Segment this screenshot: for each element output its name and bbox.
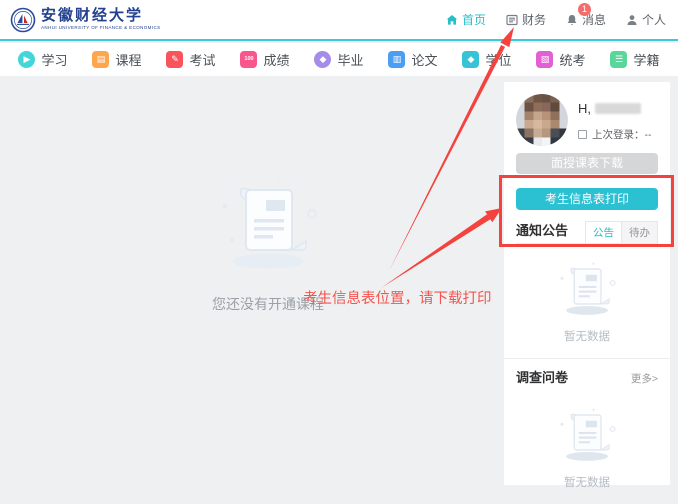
user-name: H, bbox=[578, 101, 591, 116]
nav-label: 统考 bbox=[559, 50, 585, 69]
exam-icon: ✎ bbox=[166, 51, 183, 68]
notice-section-header: 通知公告 公告 待办 bbox=[516, 220, 658, 244]
nav-label: 学籍 bbox=[633, 50, 659, 69]
nav-item-graduation[interactable]: ◆ 毕业 bbox=[314, 50, 363, 69]
graduation-icon: ◆ bbox=[314, 51, 331, 68]
user-name-redacted bbox=[595, 103, 641, 114]
enrollment-icon: ☰ bbox=[610, 51, 627, 68]
university-logo: 安徽财经大学 ANHUI UNIVERSITY OF FINANCE & ECO… bbox=[10, 7, 161, 33]
survey-title: 调查问卷 bbox=[516, 367, 568, 390]
calendar-icon bbox=[578, 130, 587, 139]
home-icon bbox=[446, 14, 458, 26]
notice-empty-state: 暂无数据 bbox=[516, 244, 658, 358]
nav-item-thesis[interactable]: ▥ 论文 bbox=[388, 50, 437, 69]
topnav-label: 个人 bbox=[642, 11, 666, 28]
no-data-text: 暂无数据 bbox=[564, 328, 610, 344]
nav-label: 毕业 bbox=[337, 50, 363, 69]
university-emblem-icon bbox=[10, 7, 36, 33]
score-icon: 100 bbox=[240, 51, 257, 68]
sidebar: H, 上次登录：-- 面授课表下载 考生信息表打印 通知公告 公告 待办 bbox=[504, 82, 670, 485]
module-navigation: ▶ 学习 ▤ 课程 ✎ 考试 100 成绩 ◆ 毕业 ▥ 论文 ◆ 学位 ▧ 统… bbox=[0, 43, 678, 76]
nav-item-degree[interactable]: ◆ 学位 bbox=[462, 50, 511, 69]
top-navigation: 首页 财务 消息 1 个人 bbox=[446, 11, 668, 28]
print-exam-info-button[interactable]: 考生信息表打印 bbox=[516, 188, 658, 210]
topnav-item-home[interactable]: 首页 bbox=[446, 11, 486, 28]
unified-exam-icon: ▧ bbox=[536, 51, 553, 68]
study-icon: ▶ bbox=[18, 51, 35, 68]
empty-scroll-illustration bbox=[552, 406, 622, 466]
university-name-en: ANHUI UNIVERSITY OF FINANCE & ECONOMICS bbox=[41, 26, 161, 31]
topnav-label: 财务 bbox=[522, 11, 546, 28]
notice-title: 通知公告 bbox=[516, 220, 568, 243]
topnav-item-messages[interactable]: 消息 1 bbox=[566, 11, 606, 28]
topnav-item-profile[interactable]: 个人 bbox=[626, 11, 666, 28]
thesis-icon: ▥ bbox=[388, 51, 405, 68]
survey-more-link[interactable]: 更多> bbox=[631, 371, 658, 386]
empty-scroll-illustration bbox=[208, 176, 328, 276]
top-header: 安徽财经大学 ANHUI UNIVERSITY OF FINANCE & ECO… bbox=[0, 0, 678, 41]
course-icon: ▤ bbox=[92, 51, 109, 68]
nav-label: 学习 bbox=[41, 50, 67, 69]
survey-section-header: 调查问卷 更多> bbox=[516, 367, 658, 390]
nav-label: 成绩 bbox=[263, 50, 289, 69]
person-icon bbox=[626, 14, 638, 26]
nav-item-unified-exam[interactable]: ▧ 统考 bbox=[536, 50, 585, 69]
nav-label: 论文 bbox=[411, 50, 437, 69]
no-data-text: 暂无数据 bbox=[564, 474, 610, 490]
topnav-label: 首页 bbox=[462, 11, 486, 28]
empty-scroll-illustration bbox=[552, 260, 622, 320]
notice-tabs: 公告 待办 bbox=[585, 221, 658, 243]
topnav-item-finance[interactable]: 财务 bbox=[506, 11, 546, 28]
nav-item-enrollment[interactable]: ☰ 学籍 bbox=[610, 50, 659, 69]
survey-empty-state: 暂无数据 bbox=[516, 390, 658, 504]
nav-item-course[interactable]: ▤ 课程 bbox=[92, 50, 141, 69]
nav-label: 考试 bbox=[189, 50, 215, 69]
nav-item-score[interactable]: 100 成绩 bbox=[240, 50, 289, 69]
download-schedule-button[interactable]: 面授课表下载 bbox=[516, 153, 658, 174]
degree-icon: ◆ bbox=[462, 51, 479, 68]
annotation-note-text: 考生信息表位置，请下载打印 bbox=[303, 287, 492, 308]
last-login-text: 上次登录：-- bbox=[592, 127, 652, 142]
tab-announcements[interactable]: 公告 bbox=[585, 221, 622, 243]
finance-icon bbox=[506, 14, 518, 26]
nav-label: 学位 bbox=[485, 50, 511, 69]
user-panel: H, 上次登录：-- bbox=[516, 94, 658, 146]
tab-todo[interactable]: 待办 bbox=[622, 221, 658, 243]
university-name-cn: 安徽财经大学 bbox=[41, 9, 161, 24]
nav-label: 课程 bbox=[115, 50, 141, 69]
nav-item-study[interactable]: ▶ 学习 bbox=[18, 50, 67, 69]
bell-icon bbox=[566, 14, 578, 26]
avatar bbox=[516, 94, 568, 146]
nav-item-exam[interactable]: ✎ 考试 bbox=[166, 50, 215, 69]
message-count-badge: 1 bbox=[578, 3, 591, 16]
section-divider bbox=[504, 358, 670, 359]
